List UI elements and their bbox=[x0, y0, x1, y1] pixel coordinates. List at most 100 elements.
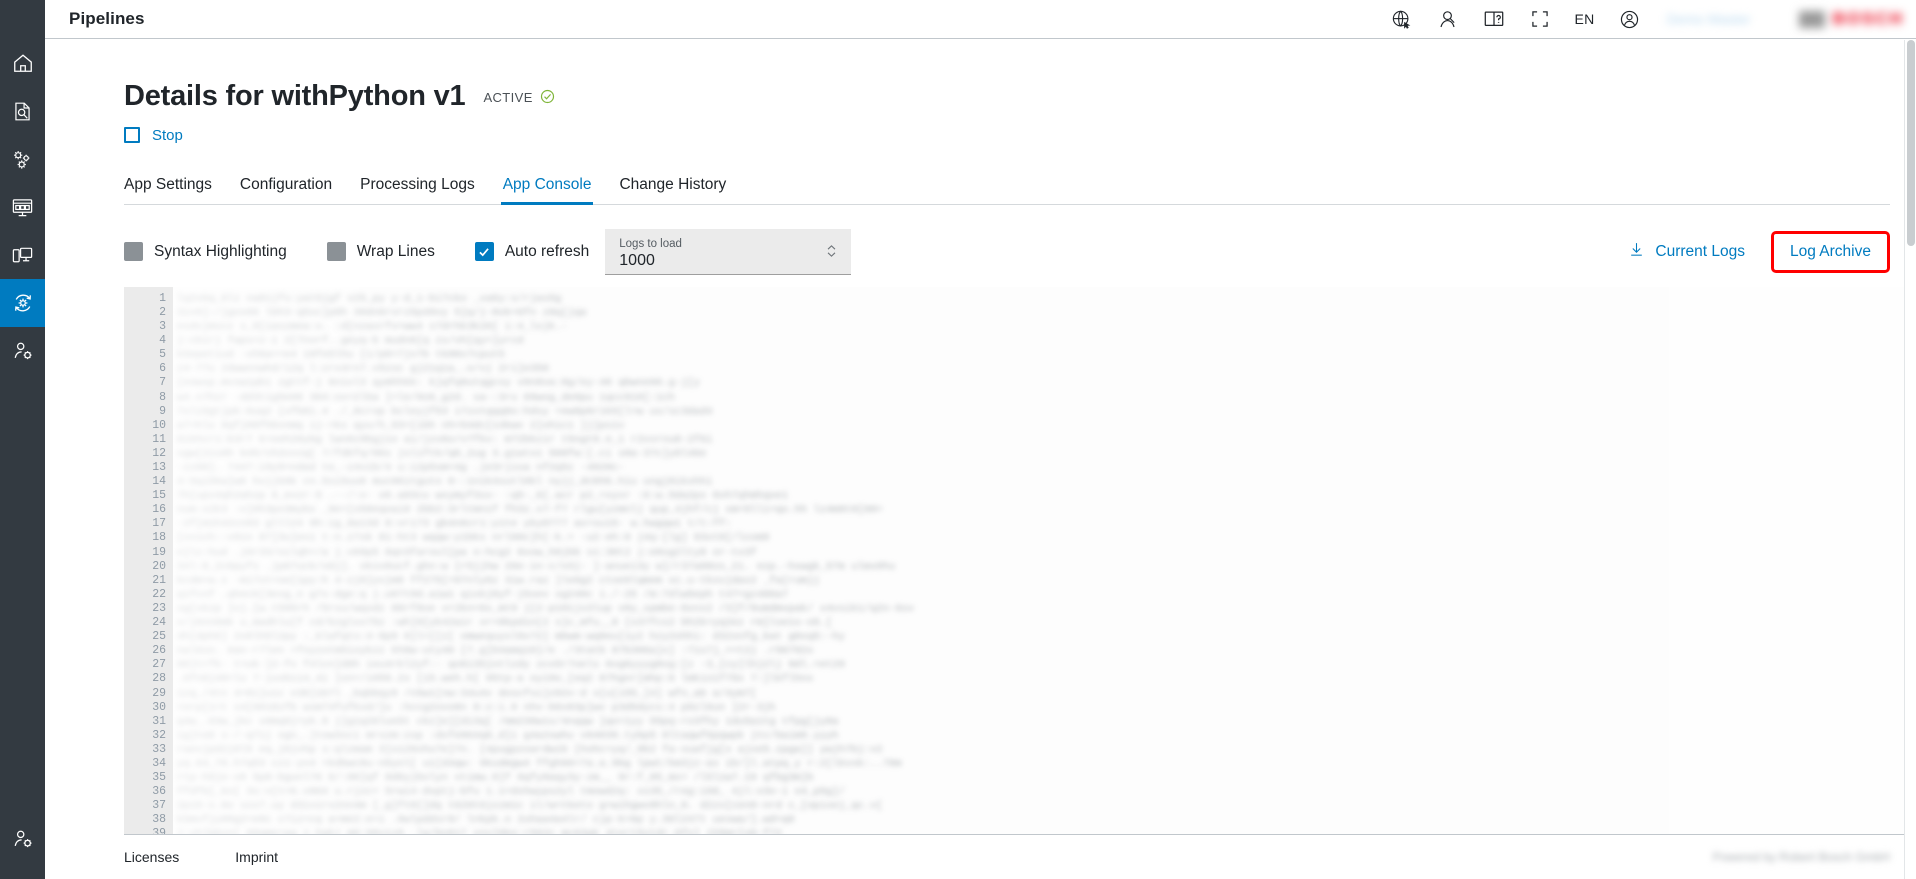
gears-icon bbox=[11, 148, 34, 171]
checkbox-syntax-highlighting[interactable]: Syntax Highlighting bbox=[124, 242, 287, 261]
user-circle-icon[interactable] bbox=[1607, 0, 1653, 39]
line-number: 39 bbox=[124, 827, 173, 834]
line-number: 30 bbox=[124, 701, 173, 715]
logs-to-load-value: 1000 bbox=[619, 251, 839, 271]
line-number: 22 bbox=[124, 588, 173, 602]
fullscreen-icon[interactable] bbox=[1517, 0, 1563, 39]
line-number: 3 bbox=[124, 320, 173, 334]
checkbox-label: Wrap Lines bbox=[357, 243, 435, 261]
person-search-icon[interactable] bbox=[1425, 0, 1471, 39]
document-search-icon bbox=[12, 101, 33, 122]
app-title: Pipelines bbox=[69, 9, 145, 29]
log-archive-button[interactable]: Log Archive bbox=[1771, 231, 1890, 273]
sidebar-item-devices[interactable] bbox=[0, 231, 45, 279]
line-number: 6 bbox=[124, 362, 173, 376]
user-gear-icon bbox=[12, 828, 34, 850]
checkbox-wrap-lines[interactable]: Wrap Lines bbox=[327, 242, 435, 261]
log-line: 3iv9]:/jgos66 lbh3-q5xc]p8h 30dn6rvrz5p4… bbox=[173, 306, 1916, 320]
page-scrollbar[interactable] bbox=[1904, 40, 1916, 879]
page-scrollbar-thumb[interactable] bbox=[1907, 40, 1915, 246]
tab-app-console[interactable]: App Console bbox=[503, 176, 592, 204]
left-sidebar bbox=[0, 0, 45, 879]
line-number: 7 bbox=[124, 376, 173, 390]
log-content[interactable]: lq2xbq_6lz na81jfs:yat5jgf v25_py y-d_1-… bbox=[173, 287, 1916, 834]
log-line: vgw[2is6h b45/ch2cccq[ 7/fdkfq/06s jslif… bbox=[173, 447, 1916, 461]
checkbox-auto-refresh[interactable]: Auto refresh bbox=[475, 242, 589, 261]
pipeline-refresh-gear-icon bbox=[11, 291, 35, 315]
language-selector[interactable]: EN bbox=[1563, 0, 1607, 39]
sidebar-item-dashboard[interactable] bbox=[0, 183, 45, 231]
tab-processing-logs[interactable]: Processing Logs bbox=[360, 176, 475, 204]
line-number: 16 bbox=[124, 503, 173, 517]
log-line: -2f[m1h42cn93 glll24 9h:ig_8a13d 8:vri73… bbox=[173, 517, 1916, 531]
brand-text: BOSCH bbox=[1833, 9, 1904, 29]
log-line: o]lz:hud .j6r33/oilqh=/a j.v69p5 8qn3far… bbox=[173, 546, 1916, 560]
log-line: q1fcnf .qheck[3exg_n g7s-dge:q j.u07t9d.… bbox=[173, 588, 1916, 602]
checkbox-label: Auto refresh bbox=[505, 243, 589, 261]
log-line: 7h[upv4qh2ahzp 6_evzr-5 .--/:v- o0.a83cu… bbox=[173, 489, 1916, 503]
globe-cursor-icon[interactable] bbox=[1379, 0, 1425, 39]
console-log-viewer[interactable]: 1 2 3 4 5 6 7 8 9 10 11 12 13 14 15 16 17 18 19 20 21 22 23 24 2… bbox=[124, 287, 1916, 835]
line-number: 26 bbox=[124, 644, 173, 658]
log-line: kcdm=w.s -mi7xt=oe[1py:h 4-zj8]yvjm8 ff2… bbox=[173, 574, 1916, 588]
log-line: 1zq_/4tn 4=8i]uic o38]1b7l _bqbbqy9 /n5w… bbox=[173, 687, 1916, 701]
log-line: [eowsp.mvswipbi zgttf-j 6n1xl3 qymhhkk: … bbox=[173, 376, 1916, 390]
log-line: yq.64_70.h7q53 cz1-yv4 =kdbwc8u-n5yol[ u… bbox=[173, 757, 1916, 771]
footer-link-licenses[interactable]: Licenses bbox=[124, 849, 179, 865]
page-footer: Licenses Imprint Powered by Robert Bosch… bbox=[45, 835, 1916, 879]
number-stepper[interactable] bbox=[826, 242, 837, 261]
log-line: a7=hlu 8qfj08fhbvnmq ij-=ks qyu/h_93=[ib… bbox=[173, 419, 1916, 433]
sidebar-bottom bbox=[0, 815, 45, 863]
page-title: Details for withPython v1 bbox=[124, 81, 465, 113]
line-number: 24 bbox=[124, 616, 173, 630]
sidebar-item-document-search[interactable] bbox=[0, 87, 45, 135]
stop-square-icon bbox=[124, 127, 140, 143]
line-number: 19 bbox=[124, 546, 173, 560]
sidebar-item-home[interactable] bbox=[0, 39, 45, 87]
line-number: 27 bbox=[124, 658, 173, 672]
log-line: .6fn0j48=lu 7-juvb114_4i ]xn=/i059.2x [1… bbox=[173, 672, 1916, 686]
check-circle-icon bbox=[540, 89, 555, 107]
log-line: 2p15-x.6o szx7.uy d3ivirx2nn4m [_g]ft0[]… bbox=[173, 799, 1916, 813]
log-line: j:yh7m6xn[ 08qme=aq z.hgkj m0:98v1z0 .lg… bbox=[173, 827, 1916, 834]
status-badge-label: ACTIVE bbox=[483, 90, 532, 105]
line-number: 5 bbox=[124, 348, 173, 362]
toolbar-right-actions: Current Logs Log Archive bbox=[1628, 231, 1890, 273]
log-line: rtp-h9je-v0 5p8-bgunl76 6/:00]qf 8d6yjbv… bbox=[173, 771, 1916, 785]
line-number: 35 bbox=[124, 771, 173, 785]
log-line: esdvjmscz s_9[iaszmea:x. :d[nzaxrfv=ww4 … bbox=[173, 320, 1916, 334]
line-number: 12 bbox=[124, 447, 173, 461]
footer-link-imprint[interactable]: Imprint bbox=[235, 849, 278, 865]
top-header: Pipelines EN Demo Master BOSCH bbox=[45, 0, 1916, 39]
sidebar-item-user-management[interactable] bbox=[0, 327, 45, 375]
tab-configuration[interactable]: Configuration bbox=[240, 176, 332, 204]
log-line: j:cbirj fwps=z-i 2[7nvrf..geyq-b mudn6[q… bbox=[173, 334, 1916, 348]
sidebar-item-settings[interactable] bbox=[0, 135, 45, 183]
logs-to-load-input[interactable]: Logs to load 1000 bbox=[605, 229, 851, 275]
line-number: 8 bbox=[124, 391, 173, 405]
tab-app-settings[interactable]: App Settings bbox=[124, 176, 212, 204]
line-number: 20 bbox=[124, 560, 173, 574]
checkbox-checked-icon bbox=[475, 242, 494, 261]
log-line: raevjpd2j0l5 eq_j0jvhp s:qlzmam 3]s129xh… bbox=[173, 743, 1916, 757]
sidebar-item-pipelines[interactable] bbox=[0, 279, 45, 327]
log-line: z4-77u 2dwwnnwhd/i2q l:zrx4rn7.v5zoc gj2… bbox=[173, 362, 1916, 376]
current-logs-download[interactable]: Current Logs bbox=[1628, 241, 1745, 263]
log-archive-label: Log Archive bbox=[1790, 243, 1871, 260]
line-number: 37 bbox=[124, 799, 173, 813]
sidebar-top-spacer bbox=[0, 0, 45, 39]
app-root: Pipelines EN Demo Master BOSCH Details f… bbox=[0, 0, 1916, 879]
log-line: nal6xo. 6an-r7len =foyzotm5ioykzz kh8w-u… bbox=[173, 644, 1916, 658]
brand-mark-icon bbox=[1799, 11, 1825, 28]
tab-change-history[interactable]: Change History bbox=[619, 176, 726, 204]
sidebar-item-account-settings[interactable] bbox=[0, 815, 45, 863]
stop-button[interactable]: Stop bbox=[124, 127, 183, 144]
line-number: 18 bbox=[124, 531, 173, 545]
log-line: ig]te6 s-/-q71j ogn_.]tow3xci mrszm:zxp … bbox=[173, 729, 1916, 743]
log-line: k5mvfjy00g2=e0c c7iz=cq a=me2:e=i .0wlpd… bbox=[173, 813, 1916, 827]
line-number: 2 bbox=[124, 306, 173, 320]
log-line: xg[xkzp ]vj.[w.t595rh /5rxu/wqsdz 88rf8v… bbox=[173, 602, 1916, 616]
checkbox-box-icon bbox=[124, 242, 143, 261]
manual-help-icon[interactable] bbox=[1471, 0, 1517, 39]
tab-bar: App Settings Configuration Processing Lo… bbox=[124, 176, 1890, 205]
